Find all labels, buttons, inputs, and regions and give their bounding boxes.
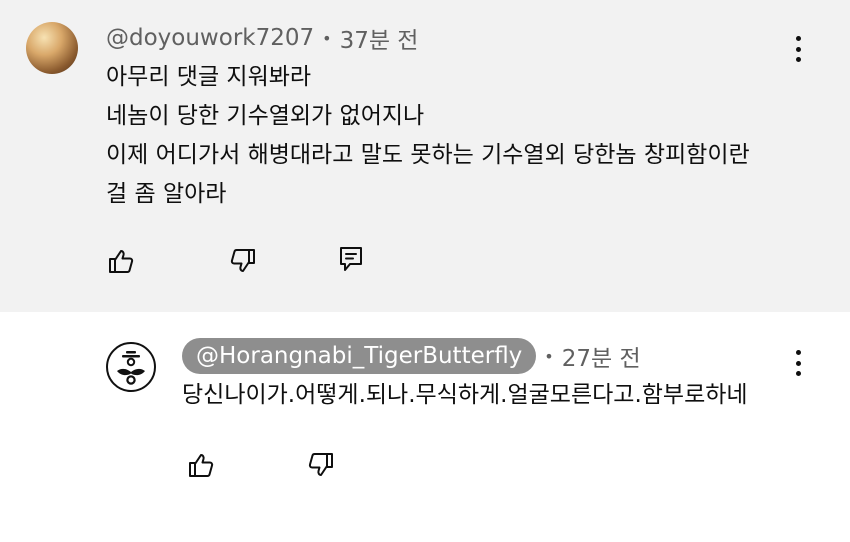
comment-header: @doyouwork7207 • 37분 전 bbox=[106, 22, 418, 54]
dislike-icon[interactable] bbox=[306, 450, 336, 480]
comment-line: 네놈이 당한 기수열외가 없어지나 bbox=[106, 103, 425, 129]
commenter-avatar[interactable] bbox=[26, 22, 78, 74]
more-options-icon[interactable] bbox=[786, 346, 810, 380]
reply-header: @Horangnabi_TigerButterfly • 27분 전 bbox=[182, 338, 641, 374]
comment-line: 아무리 댓글 지워봐라 bbox=[106, 64, 312, 90]
like-icon[interactable] bbox=[106, 246, 136, 276]
dislike-icon[interactable] bbox=[228, 246, 258, 276]
comment-line: 걸 좀 알아라 bbox=[106, 181, 227, 207]
separator-dot: • bbox=[322, 28, 332, 48]
reply-avatar[interactable] bbox=[106, 342, 156, 392]
comment-time[interactable]: 37분 전 bbox=[340, 21, 419, 55]
like-icon[interactable] bbox=[186, 450, 216, 480]
reply-icon[interactable] bbox=[336, 244, 366, 274]
comment-line: 이제 어디가서 해병대라고 말도 못하는 기수열외 당한놈 창피함이란 bbox=[106, 142, 750, 168]
reply-author-badge[interactable]: @Horangnabi_TigerButterfly bbox=[182, 338, 537, 374]
reply-time[interactable]: 27분 전 bbox=[562, 339, 641, 373]
comment-body: 아무리 댓글 지워봐라 네놈이 당한 기수열외가 없어지나 이제 어디가서 해병… bbox=[106, 58, 796, 214]
separator-dot: • bbox=[544, 346, 554, 366]
comment-author[interactable]: @doyouwork7207 bbox=[106, 25, 314, 51]
reply-body: 당신나이가.어떻게.되나.무식하게.얼굴모른다고.함부로하네 bbox=[182, 382, 748, 408]
